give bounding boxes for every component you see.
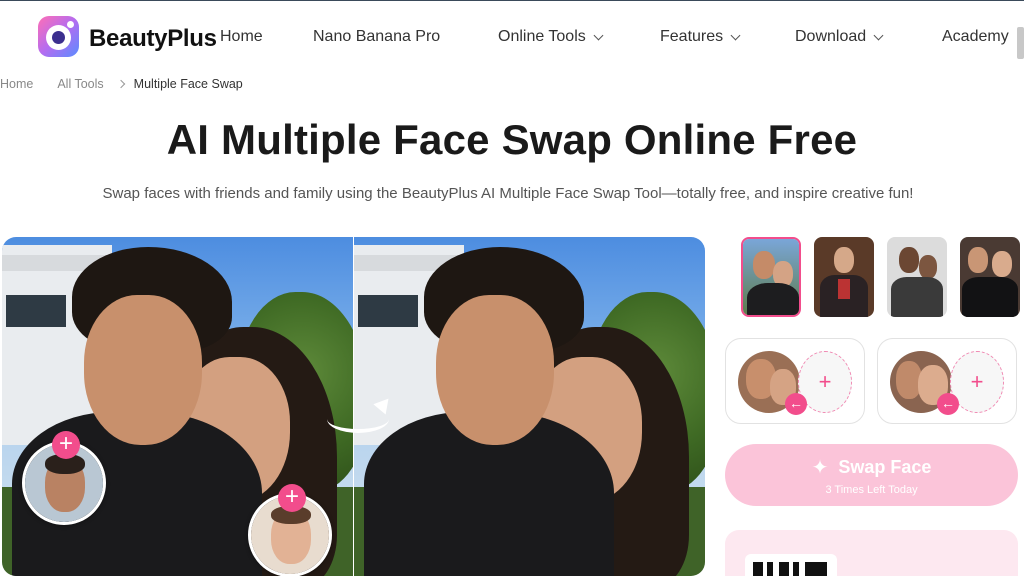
template-thumb-street[interactable] — [887, 237, 947, 317]
breadcrumb-home[interactable]: Home — [0, 77, 33, 91]
plus-icon[interactable]: + — [52, 431, 80, 459]
app-download-card — [725, 530, 1018, 576]
swap-face-button[interactable]: ✦ Swap Face 3 Times Left Today — [725, 444, 1018, 506]
plus-icon: + — [818, 369, 832, 394]
arrow-left-icon: ← — [937, 393, 959, 415]
swap-face-label: Swap Face — [838, 456, 932, 477]
nav-home-label: Home — [220, 28, 263, 45]
nav-download-label: Download — [795, 28, 867, 45]
qr-code-icon[interactable] — [753, 562, 827, 576]
template-thumb-formal[interactable] — [960, 237, 1020, 317]
nav-online-tools[interactable]: Online Tools — [498, 28, 604, 46]
page-title: AI Multiple Face Swap Online Free — [166, 116, 858, 163]
plus-icon: + — [970, 369, 984, 394]
nav-academy[interactable]: Academy — [942, 28, 1009, 46]
page-subtitle: Swap faces with friends and family using… — [102, 185, 914, 202]
chevron-right-icon — [116, 79, 125, 89]
page-scrollbar[interactable] — [1017, 27, 1024, 59]
chevron-down-icon — [730, 30, 741, 40]
nav-download[interactable]: Download — [795, 28, 884, 46]
chevron-down-icon — [593, 30, 604, 40]
arrow-left-icon: ← — [785, 393, 807, 415]
remaining-uses: 3 Times Left Today — [825, 483, 918, 496]
breadcrumb-current: Multiple Face Swap — [133, 77, 243, 91]
breadcrumb: Home All Tools Multiple Face Swap — [0, 77, 243, 91]
nav-nano-banana-pro-label: Nano Banana Pro — [313, 28, 441, 45]
template-thumb-group-uniform[interactable] — [814, 237, 874, 317]
breadcrumb-all-tools[interactable]: All Tools — [57, 77, 103, 91]
nav-home[interactable]: Home — [220, 28, 263, 46]
plus-icon[interactable]: + — [278, 484, 306, 512]
nav-features-label: Features — [660, 28, 724, 45]
before-after-preview: + + — [2, 237, 705, 576]
face-pair-card-2[interactable]: + ← — [877, 338, 1017, 424]
site-header: BeautyPlus Home Nano Banana Pro Online T… — [0, 1, 1024, 69]
nav-online-tools-label: Online Tools — [498, 28, 586, 45]
nav-academy-label: Academy — [942, 28, 1009, 45]
after-image — [354, 237, 705, 576]
nav-nano-banana-pro[interactable]: Nano Banana Pro — [313, 28, 440, 46]
sparkle-icon: ✦ — [811, 456, 829, 479]
nav-features[interactable]: Features — [660, 28, 741, 46]
template-thumb-couple[interactable] — [741, 237, 801, 317]
beautyplus-logo-icon[interactable] — [38, 16, 79, 57]
brand-name[interactable]: BeautyPlus — [89, 25, 217, 53]
face-pair-card-1[interactable]: + ← — [725, 338, 865, 424]
chevron-down-icon — [873, 30, 884, 40]
